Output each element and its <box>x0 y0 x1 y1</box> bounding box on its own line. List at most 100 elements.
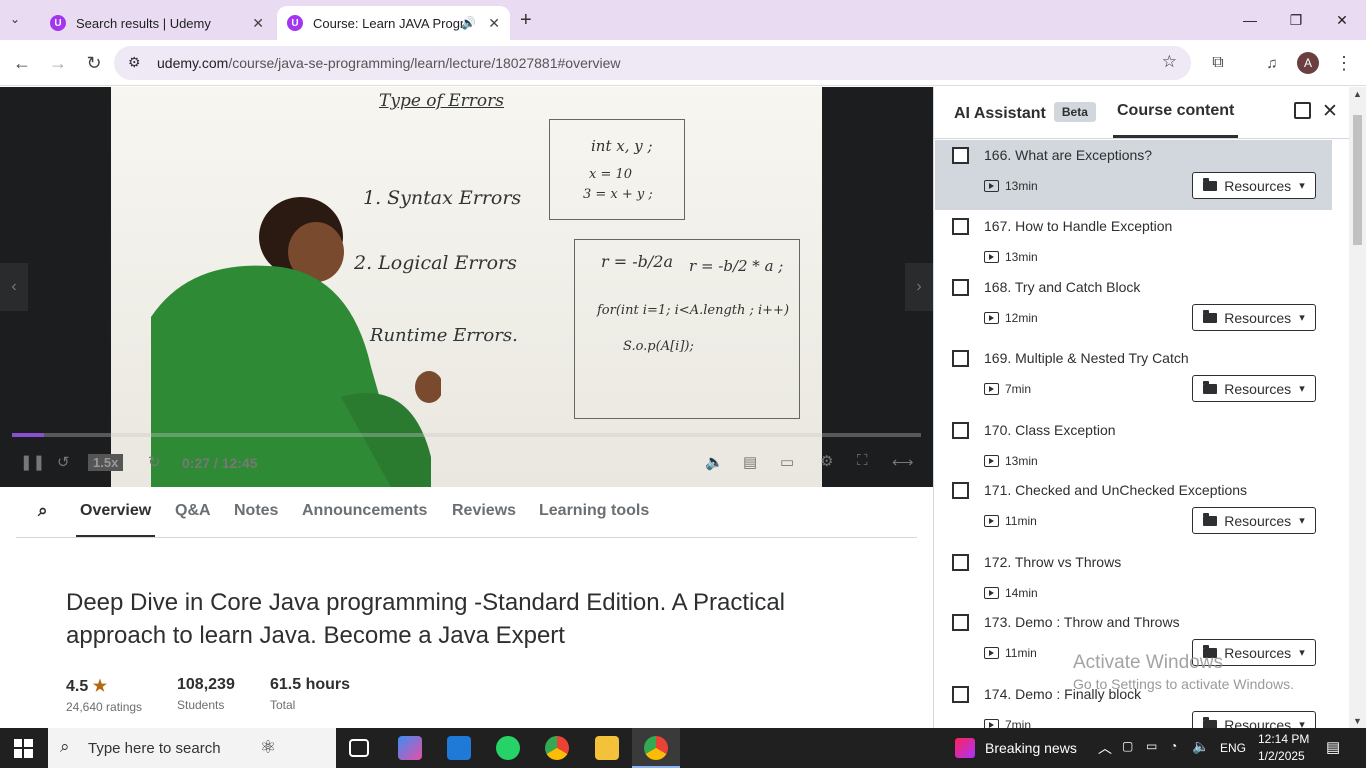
page-scroll-thumb[interactable] <box>1353 115 1362 245</box>
close-tab-icon[interactable]: ✕ <box>488 15 500 32</box>
lecture-item[interactable]: 170. Class Exception 13min <box>935 415 1332 475</box>
video-player[interactable]: Type of Errors 1. Syntax Errors 2. Logic… <box>0 87 933 487</box>
dock-panel-icon[interactable] <box>1294 102 1311 119</box>
page-scroll-up-icon[interactable]: ▲ <box>1353 89 1362 99</box>
restore-button[interactable]: ❐ <box>1276 8 1316 32</box>
site-info-icon[interactable]: ⚙ <box>128 54 141 71</box>
lecture-checkbox[interactable] <box>952 350 969 367</box>
transcript-icon[interactable]: ▤ <box>743 453 757 471</box>
lecture-checkbox[interactable] <box>952 482 969 499</box>
rewind-5s-icon[interactable]: ↺ <box>57 453 70 471</box>
vscode-icon[interactable] <box>447 736 471 760</box>
copilot-icon[interactable] <box>398 736 422 760</box>
clock-date[interactable]: 1/2/2025 <box>1258 749 1305 763</box>
lecture-item[interactable]: 171. Checked and UnChecked Exceptions 11m… <box>935 475 1332 546</box>
expand-icon[interactable]: ⟷ <box>892 453 914 471</box>
battery-icon[interactable]: ▭ <box>1146 739 1157 753</box>
volume-icon[interactable]: 🔈 <box>705 453 724 471</box>
extensions-icon[interactable]: ⧉ <box>1205 50 1231 76</box>
audio-playing-icon[interactable]: 🔊 <box>461 16 476 30</box>
tab-qa[interactable]: Q&A <box>175 502 211 520</box>
settings-gear-icon[interactable]: ⚙ <box>820 452 833 470</box>
close-window-button[interactable]: ✕ <box>1322 8 1362 32</box>
lecture-item[interactable]: 166. What are Exceptions? 13min Resources ▾ <box>935 140 1332 210</box>
chevron-down-icon: ▾ <box>1299 719 1305 728</box>
lecture-item[interactable]: 168. Try and Catch Block 12min Resources ▾ <box>935 272 1332 343</box>
back-button[interactable]: ← <box>9 50 35 76</box>
lecture-title: 167. How to Handle Exception <box>984 218 1173 234</box>
new-tab-button[interactable]: + <box>520 9 532 32</box>
video-icon <box>984 312 999 324</box>
clock-time[interactable]: 12:14 PM <box>1258 732 1309 746</box>
media-control-icon[interactable]: ♫ <box>1259 50 1285 76</box>
tab-reviews[interactable]: Reviews <box>452 502 516 520</box>
close-sidebar-icon[interactable]: ✕ <box>1322 100 1338 123</box>
resources-button[interactable]: Resources ▾ <box>1192 375 1316 402</box>
bookmark-star-icon[interactable]: ☆ <box>1162 52 1177 72</box>
tab-announcements[interactable]: Announcements <box>302 502 427 520</box>
forward-button[interactable]: → <box>45 50 71 76</box>
lecture-checkbox[interactable] <box>952 614 969 631</box>
lecture-checkbox[interactable] <box>952 686 969 703</box>
resources-button[interactable]: Resources ▾ <box>1192 304 1316 331</box>
prev-lecture-icon[interactable]: ‹ <box>0 263 28 311</box>
tab-notes[interactable]: Notes <box>234 502 278 520</box>
lecture-checkbox[interactable] <box>952 218 969 235</box>
tab-ai-assistant[interactable]: AI Assistant Beta <box>954 102 1096 123</box>
captions-icon[interactable]: ▭ <box>780 453 794 471</box>
lecture-duration: 13min <box>984 454 1038 468</box>
next-lecture-icon[interactable]: › <box>905 263 933 311</box>
tab-overview[interactable]: Overview <box>80 502 151 520</box>
show-hidden-icons[interactable]: ︿ <box>1098 738 1112 758</box>
whatsapp-icon[interactable] <box>496 736 520 760</box>
notifications-icon[interactable]: ▤ <box>1326 738 1340 756</box>
instructor-figure <box>111 197 443 487</box>
news-icon <box>955 738 975 758</box>
menu-icon[interactable]: ⋮ <box>1331 50 1357 76</box>
folder-icon <box>1203 177 1218 191</box>
lecture-checkbox[interactable] <box>952 147 969 164</box>
lecture-checkbox[interactable] <box>952 279 969 296</box>
profile-avatar[interactable]: A <box>1297 52 1319 74</box>
minimize-button[interactable]: — <box>1230 8 1270 32</box>
resources-button[interactable]: Resources ▾ <box>1192 172 1316 199</box>
page-scrollbar[interactable]: ▲ ▼ <box>1349 87 1366 728</box>
news-label: Breaking news <box>985 740 1077 756</box>
tab-learning-tools[interactable]: Learning tools <box>539 502 649 520</box>
resources-button[interactable]: Resources ▾ <box>1192 507 1316 534</box>
pause-icon[interactable]: ❚❚ <box>20 453 45 471</box>
search-icon[interactable]: ⌕ <box>38 501 48 521</box>
lecture-item[interactable]: 169. Multiple & Nested Try Catch 7min Reso… <box>935 343 1332 414</box>
taskbar-search-box[interactable]: ⌕ Type here to search ⚛ <box>48 728 336 768</box>
chrome-icon[interactable] <box>545 736 569 760</box>
lecture-title: 172. Throw vs Throws <box>984 554 1122 570</box>
volume-icon[interactable]: 🔈 <box>1192 738 1209 755</box>
video-progress-track[interactable] <box>12 433 921 437</box>
lecture-checkbox[interactable] <box>952 422 969 439</box>
fullscreen-icon[interactable]: ⛶ <box>857 452 868 469</box>
resources-button[interactable]: Resources ▾ <box>1192 711 1316 728</box>
address-bar[interactable]: ⚙ udemy.com/course/java-se-programming/l… <box>114 46 1191 80</box>
browser-tab-search-results[interactable]: U Search results | Udemy ✕ <box>40 6 274 40</box>
wifi-icon[interactable]: ◔ <box>1170 739 1177 753</box>
lecture-item[interactable]: 167. How to Handle Exception 13min <box>935 211 1332 272</box>
page-scroll-down-icon[interactable]: ▼ <box>1353 716 1362 726</box>
tab-search-button[interactable]: ⌄ <box>10 12 20 26</box>
lecture-checkbox[interactable] <box>952 554 969 571</box>
active-chrome-window[interactable] <box>632 728 680 768</box>
meet-now-icon[interactable]: ▢ <box>1122 739 1133 753</box>
language-indicator[interactable]: ENG <box>1220 741 1246 755</box>
students-label: Students <box>177 698 225 712</box>
task-view-icon[interactable] <box>349 739 369 757</box>
browser-tab-course[interactable]: U Course: Learn JAVA Program 🔊 ✕ <box>277 6 510 40</box>
file-explorer-icon[interactable] <box>595 736 619 760</box>
lecture-item[interactable]: 172. Throw vs Throws 14min <box>935 547 1332 607</box>
lecture-duration: 13min <box>984 179 1038 193</box>
news-widget[interactable]: Breaking news <box>955 728 1077 768</box>
forward-5s-icon[interactable]: ↻ <box>148 453 161 471</box>
tab-course-content[interactable]: Course content <box>1117 102 1234 120</box>
reload-button[interactable]: ↻ <box>81 50 107 76</box>
start-button-icon[interactable] <box>14 739 33 758</box>
playback-speed-button[interactable]: 1.5x <box>88 454 124 471</box>
close-tab-icon[interactable]: ✕ <box>252 15 264 32</box>
